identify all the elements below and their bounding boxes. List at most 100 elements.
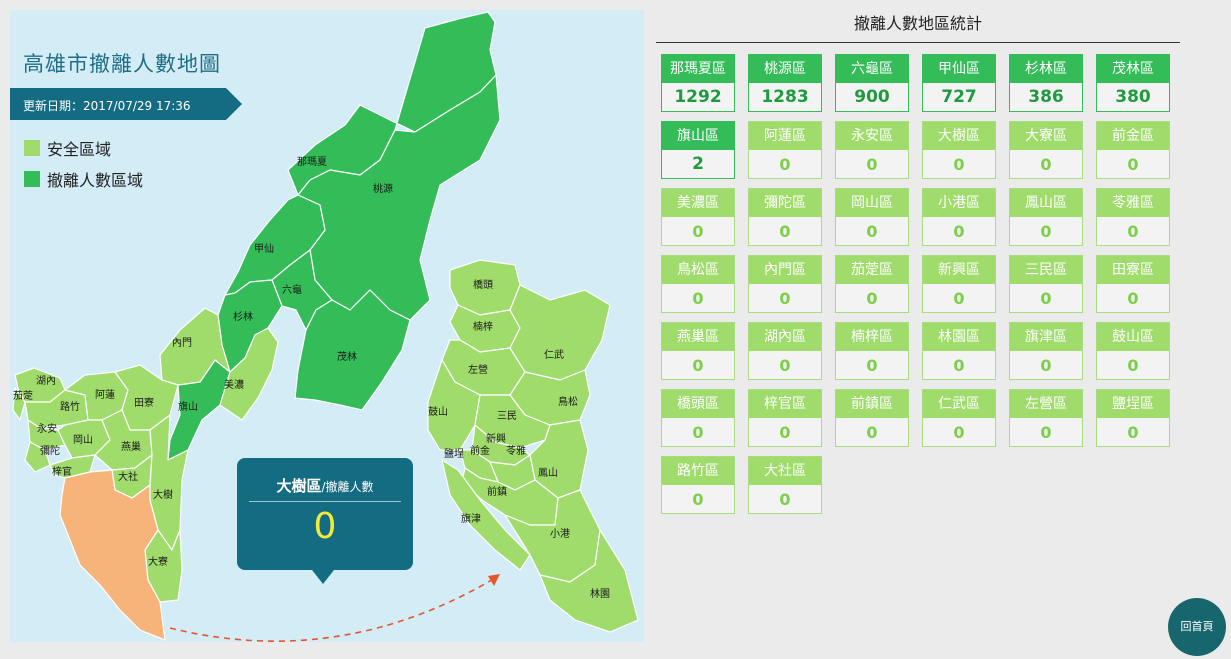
map-label-mituo: 彌陀 <box>40 444 60 457</box>
district-stat-card[interactable]: 旗山區 2 <box>661 121 735 179</box>
district-stat-name: 內門區 <box>749 256 821 284</box>
district-stat-card[interactable]: 大社區 0 <box>748 456 822 514</box>
district-stat-card[interactable]: 鳳山區 0 <box>1009 188 1083 246</box>
district-stat-card[interactable]: 田寮區 0 <box>1096 255 1170 313</box>
district-stat-name: 甲仙區 <box>923 55 995 83</box>
district-stat-card[interactable]: 楠梓區 0 <box>835 322 909 380</box>
district-stat-card[interactable]: 鼓山區 0 <box>1096 322 1170 380</box>
district-stat-value: 0 <box>866 222 878 241</box>
map-label-zuoying: 左營 <box>468 363 488 376</box>
home-button[interactable]: 回首頁 <box>1168 598 1226 656</box>
district-stat-name: 大寮區 <box>1010 122 1082 150</box>
district-stat-value: 1283 <box>761 87 809 107</box>
map-label-luzhu: 路竹 <box>60 400 80 413</box>
district-stat-value: 0 <box>692 423 704 442</box>
map-label-sanmin: 三民 <box>497 410 517 422</box>
district-stat-card[interactable]: 阿蓮區 0 <box>748 121 822 179</box>
district-stat-card[interactable]: 仁武區 0 <box>922 389 996 447</box>
district-stat-card[interactable]: 桃源區 1283 <box>748 54 822 112</box>
district-stat-card[interactable]: 六龜區 900 <box>835 54 909 112</box>
district-stat-card[interactable]: 茂林區 380 <box>1096 54 1170 112</box>
district-stat-value: 0 <box>953 289 965 308</box>
map-label-qijin: 旗津 <box>461 512 481 525</box>
map-label-qishan: 旗山 <box>178 400 198 413</box>
district-stat-name: 永安區 <box>836 122 908 150</box>
map-label-gushan: 鼓山 <box>428 405 448 418</box>
district-stat-card[interactable]: 湖內區 0 <box>748 322 822 380</box>
district-stat-card[interactable]: 林園區 0 <box>922 322 996 380</box>
district-stat-name: 橋頭區 <box>662 390 734 418</box>
district-stat-card[interactable]: 旗津區 0 <box>1009 322 1083 380</box>
map-title: 高雄市撤離人數地圖 <box>23 52 221 76</box>
district-stat-card[interactable]: 梓官區 0 <box>748 389 822 447</box>
district-stat-value: 0 <box>692 490 704 509</box>
district-stat-card[interactable]: 美濃區 0 <box>661 188 735 246</box>
district-stat-name: 小港區 <box>923 189 995 217</box>
map-label-hunei: 湖內 <box>36 375 56 387</box>
district-stat-name: 杉林區 <box>1010 55 1082 83</box>
district-stat-card[interactable]: 永安區 0 <box>835 121 909 179</box>
district-stat-card[interactable]: 大寮區 0 <box>1009 121 1083 179</box>
district-stat-name: 新興區 <box>923 256 995 284</box>
map-label-alian: 阿蓮 <box>95 388 115 401</box>
district-stat-name: 鳳山區 <box>1010 189 1082 217</box>
district-stat-card[interactable]: 甲仙區 727 <box>922 54 996 112</box>
district-stat-card[interactable]: 彌陀區 0 <box>748 188 822 246</box>
district-stat-value: 2 <box>692 154 704 174</box>
district-stat-card[interactable]: 新興區 0 <box>922 255 996 313</box>
district-stat-value: 0 <box>1127 222 1139 241</box>
evacuation-route-arrow <box>169 577 496 642</box>
district-stat-value: 0 <box>1127 289 1139 308</box>
district-stat-value: 0 <box>1127 423 1139 442</box>
district-stat-value: 0 <box>953 155 965 174</box>
district-stat-card[interactable]: 杉林區 386 <box>1009 54 1083 112</box>
map-label-yongan: 永安 <box>37 422 57 435</box>
tooltip-header: 大樹區/撤離人數 <box>249 458 401 502</box>
district-stat-card[interactable]: 前金區 0 <box>1096 121 1170 179</box>
district-stat-name: 旗山區 <box>662 122 734 150</box>
map-label-yanchao: 燕巢 <box>121 440 141 453</box>
district-stat-name: 湖內區 <box>749 323 821 351</box>
district-stat-value: 0 <box>1127 356 1139 375</box>
district-stat-card[interactable]: 三民區 0 <box>1009 255 1083 313</box>
district-stat-card[interactable]: 橋頭區 0 <box>661 389 735 447</box>
district-stat-card[interactable]: 苓雅區 0 <box>1096 188 1170 246</box>
district-stat-name: 旗津區 <box>1010 323 1082 351</box>
map-label-liugui: 六龜 <box>282 283 302 296</box>
district-stat-card[interactable]: 茄萣區 0 <box>835 255 909 313</box>
district-stat-name: 阿蓮區 <box>749 122 821 150</box>
map-label-maolin: 茂林 <box>337 350 357 363</box>
district-stat-name: 鳥松區 <box>662 256 734 284</box>
map-label-jiaxian: 甲仙 <box>254 242 274 255</box>
district-stat-card[interactable]: 前鎮區 0 <box>835 389 909 447</box>
district-stat-card[interactable]: 小港區 0 <box>922 188 996 246</box>
district-stat-value: 0 <box>1040 423 1052 442</box>
district-tooltip: 大樹區/撤離人數 0 <box>237 458 413 570</box>
district-stat-value: 0 <box>866 155 878 174</box>
map-legend: 安全區域 撤離人數區域 <box>24 136 143 198</box>
district-stat-card[interactable]: 左營區 0 <box>1009 389 1083 447</box>
map-label-xiaogang: 小港 <box>550 528 570 540</box>
district-stat-card[interactable]: 大樹區 0 <box>922 121 996 179</box>
map-label-qianjin: 前金 <box>470 444 490 457</box>
map-label-neimen: 內門 <box>172 337 192 349</box>
map-label-nanzi: 楠梓 <box>473 320 493 333</box>
district-stat-card[interactable]: 那瑪夏區 1292 <box>661 54 735 112</box>
district-stat-name: 梓官區 <box>749 390 821 418</box>
district-stat-card[interactable]: 內門區 0 <box>748 255 822 313</box>
district-stat-value: 727 <box>941 87 977 107</box>
map-label-dashu: 大樹 <box>153 488 173 501</box>
map-metro-renwu[interactable] <box>509 284 611 381</box>
district-stat-value: 0 <box>953 423 965 442</box>
district-stat-value: 0 <box>779 222 791 241</box>
district-stat-card[interactable]: 路竹區 0 <box>661 456 735 514</box>
district-stat-value: 0 <box>779 155 791 174</box>
district-stat-card[interactable]: 鹽埕區 0 <box>1096 389 1170 447</box>
evacuation-route-arrowhead <box>488 574 500 586</box>
map-label-daliao: 大寮 <box>148 555 168 568</box>
district-stat-value: 0 <box>779 490 791 509</box>
district-stat-card[interactable]: 燕巢區 0 <box>661 322 735 380</box>
district-stat-card[interactable]: 岡山區 0 <box>835 188 909 246</box>
district-stat-value: 0 <box>866 356 878 375</box>
district-stat-card[interactable]: 鳥松區 0 <box>661 255 735 313</box>
